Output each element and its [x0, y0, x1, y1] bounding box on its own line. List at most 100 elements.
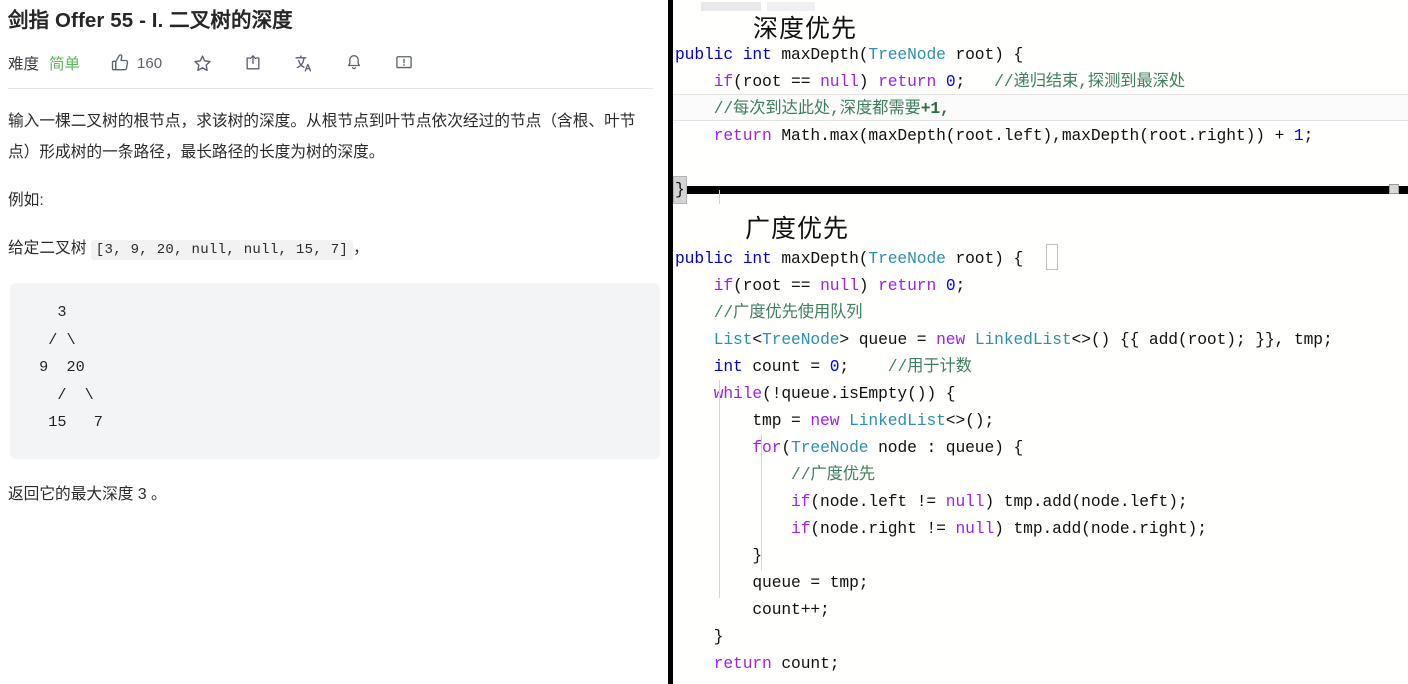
code-token: LinkedList — [849, 411, 946, 430]
code-line[interactable]: count++; — [673, 596, 1408, 623]
code-token: int — [713, 357, 743, 376]
description-paragraph-2: 例如: — [8, 192, 44, 209]
code-token: return — [878, 72, 937, 91]
code-line-text: queue = tmp; — [675, 569, 868, 596]
code-line[interactable]: //广度优先使用队列 — [673, 299, 1408, 326]
code-line[interactable]: public int maxDepth(TreeNode root) { — [673, 41, 1408, 68]
feedback-button[interactable] — [394, 53, 414, 73]
code-line[interactable]: tmp = new LinkedList<>(); — [673, 407, 1408, 434]
code-token: count; — [771, 654, 840, 673]
code-line-text: if(root == null) return 0; //递归结束,探测到最深处 — [675, 68, 1185, 95]
problem-description-pane: 剑指 Offer 55 - I. 二叉树的深度 难度 简单 160 输入一棵二叉… — [0, 0, 668, 684]
code-line[interactable]: int count = 0; //用于计数 — [673, 353, 1408, 380]
difficulty-label: 难度 — [8, 56, 40, 73]
tree-ascii-block: 3 / \ 9 20 / \ 15 7 — [10, 283, 660, 459]
code-line[interactable]: } — [673, 542, 1408, 569]
code-token: //每次到达此处,深度都需要 — [713, 99, 921, 118]
code-token: //广度优先使用队列 — [713, 303, 863, 322]
code-token: tmp = — [675, 411, 811, 430]
code-line-text: if(node.left != null) tmp.add(node.left)… — [675, 488, 1188, 515]
code-line[interactable]: if(root == null) return 0; — [673, 272, 1408, 299]
indent-guide — [719, 190, 720, 204]
code-token: (root == — [733, 276, 821, 295]
feedback-icon — [394, 53, 414, 73]
tree-ascii: 3 / \ 9 20 / \ 15 7 — [39, 303, 103, 431]
code-token: return — [713, 126, 772, 145]
code-line-text: return Math.max(maxDepth(root.left),maxD… — [675, 122, 1314, 149]
code-token: queue = tmp; — [675, 573, 869, 592]
code-token: ; — [839, 357, 888, 376]
code-token: (root == — [733, 72, 821, 91]
code-line-text: count++; — [675, 596, 829, 623]
code-token: (node.left != — [810, 492, 946, 511]
code-editor-surface[interactable]: 深度优先 广度优先 } public int maxDepth(TreeNode… — [673, 0, 1408, 684]
section-separator-bar — [673, 186, 1408, 194]
code-line-text: int count = 0; //用于计数 — [675, 353, 972, 380]
code-line[interactable]: List<TreeNode> queue = new LinkedList<>(… — [673, 326, 1408, 353]
code-token: null — [820, 276, 859, 295]
code-token: Math.max(maxDepth(root.left),maxDepth(ro… — [771, 126, 1294, 145]
code-line[interactable]: public int maxDepth(TreeNode root) { — [673, 245, 1408, 272]
notification-button[interactable] — [344, 53, 364, 73]
code-line[interactable]: return Math.max(maxDepth(root.left),maxD… — [673, 122, 1408, 149]
code-token: maxDepth — [781, 45, 859, 64]
code-token: (node.right != — [810, 519, 956, 538]
code-line[interactable]: while(!queue.isEmpty()) { — [673, 380, 1408, 407]
given-prefix: 给定二叉树 — [8, 240, 87, 257]
code-editor-pane[interactable]: 深度优先 广度优先 } public int maxDepth(TreeNode… — [668, 0, 1408, 684]
code-line-text: if(node.right != null) tmp.add(node.righ… — [675, 515, 1207, 542]
code-token: TreeNode — [868, 45, 946, 64]
page-title: 剑指 Offer 55 - I. 二叉树的深度 — [8, 9, 293, 32]
bell-icon — [344, 53, 364, 73]
code-token: ) tmp.add(node.left); — [984, 492, 1188, 511]
code-token: ) — [858, 72, 879, 91]
code-token: (!queue.isEmpty()) { — [762, 384, 956, 403]
code-line[interactable]: //每次到达此处,深度都需要+1, — [673, 95, 1408, 122]
code-token: null — [820, 72, 859, 91]
code-line[interactable]: if(node.right != null) tmp.add(node.righ… — [673, 515, 1408, 542]
code-token: ; — [955, 72, 995, 91]
code-line[interactable]: for(TreeNode node : queue) { — [673, 434, 1408, 461]
thumbs-up-icon — [110, 53, 130, 73]
problem-description: 输入一棵二叉树的根节点，求该树的深度。从根节点到叶节点依次经过的节点（含根、叶节… — [6, 106, 660, 510]
code-token: new — [936, 330, 966, 349]
code-token: for — [752, 438, 782, 457]
bfs-section-heading: 广度优先 — [745, 215, 850, 243]
code-token: +1, — [920, 99, 950, 118]
code-line[interactable]: //广度优先 — [673, 461, 1408, 488]
code-line[interactable]: if(node.left != null) tmp.add(node.left)… — [673, 488, 1408, 515]
favorite-button[interactable] — [192, 53, 213, 74]
difficulty-badge: 简单 — [49, 56, 81, 73]
code-token: } — [675, 627, 724, 646]
editor-artifact-1 — [701, 2, 761, 11]
code-token: root) { — [945, 45, 1024, 64]
translate-icon — [293, 53, 314, 74]
code-line[interactable]: return count; — [673, 650, 1408, 677]
star-icon — [192, 53, 213, 74]
code-line-text: return count; — [675, 650, 840, 677]
code-line-text: } — [675, 623, 724, 650]
indent-guide — [761, 434, 762, 570]
code-line[interactable]: queue = tmp; — [673, 569, 1408, 596]
description-paragraph-3: 返回它的最大深度 3 。 — [8, 485, 167, 503]
translate-button[interactable] — [293, 53, 314, 74]
code-line[interactable]: if(root == null) return 0; //递归结束,探测到最深处 — [673, 68, 1408, 95]
code-token: //广度优先 — [791, 465, 876, 484]
problem-meta-row: 难度 简单 160 — [6, 46, 654, 80]
code-line-text: //广度优先使用队列 — [675, 299, 863, 326]
code-line[interactable]: } — [673, 623, 1408, 650]
code-line-text: //每次到达此处,深度都需要+1, — [675, 95, 950, 122]
code-token: ( — [781, 438, 792, 457]
share-button[interactable] — [243, 53, 263, 73]
like-button[interactable]: 160 — [110, 53, 162, 73]
